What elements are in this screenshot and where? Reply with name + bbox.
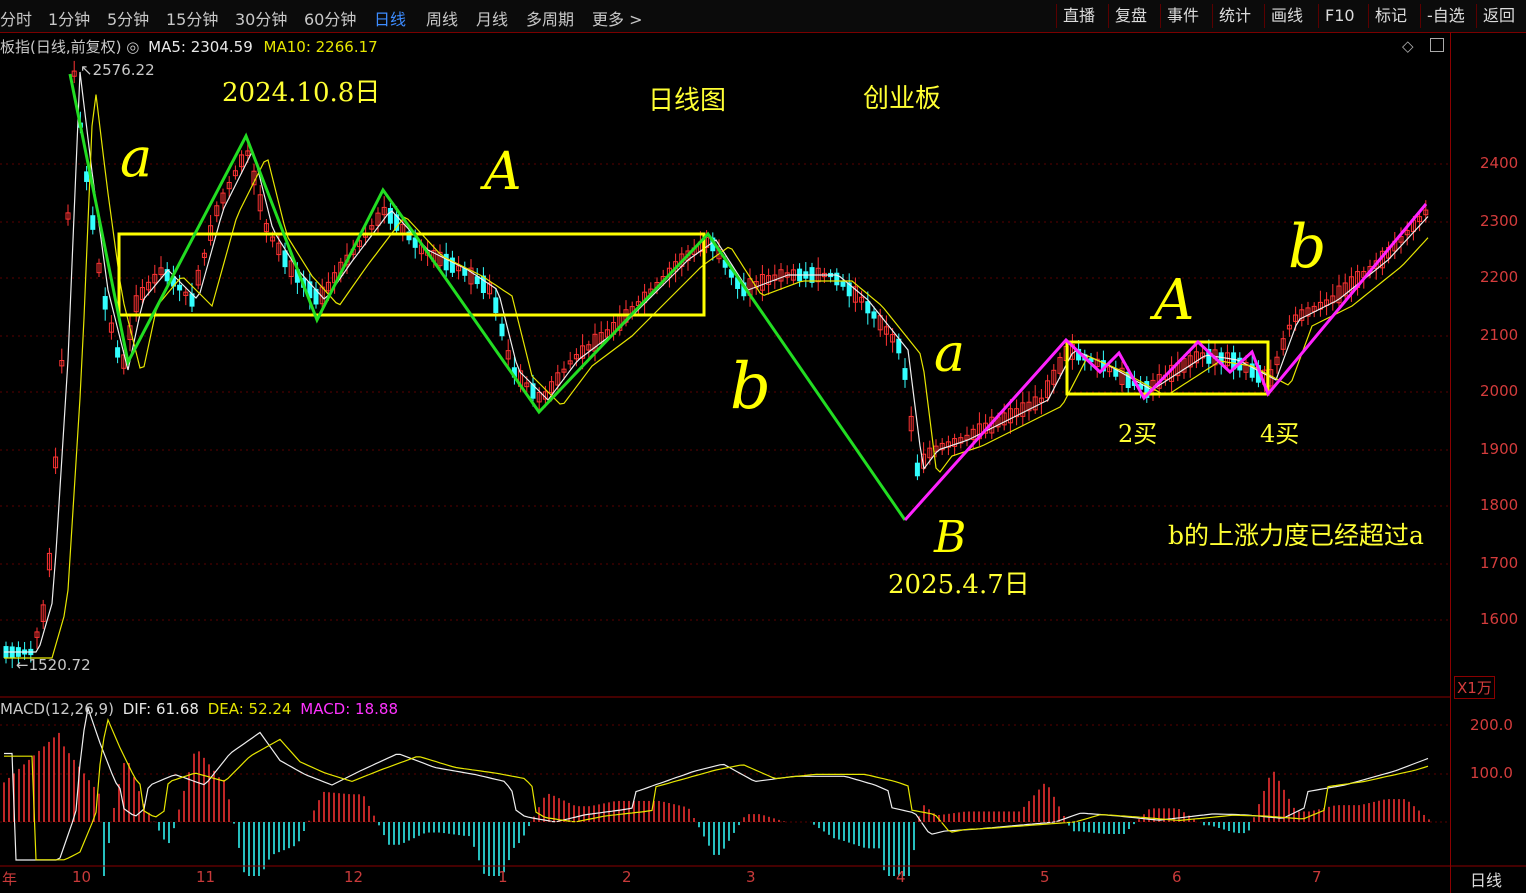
- x-tick-5: 5: [1040, 868, 1050, 886]
- zigzag-magenta: [903, 203, 1428, 522]
- dea-value: DEA: 52.24: [207, 700, 292, 718]
- macd-tick-200: 200.0: [1470, 716, 1513, 734]
- diamond-icon[interactable]: ◇: [1402, 37, 1414, 55]
- candle-body: [84, 171, 90, 182]
- ma10-label: MA10: 2266.17: [263, 38, 378, 56]
- macd-lines: [4, 705, 1429, 861]
- macd-info: MACD(12,26,9) DIF: 61.68 DEA: 52.24 MACD…: [0, 700, 398, 720]
- settings-circle-icon[interactable]: ◎: [126, 38, 139, 56]
- price-high-mark: ↖2576.22: [80, 61, 155, 79]
- hand-label-b-left: b: [730, 350, 771, 424]
- ma5-line: [4, 71, 1429, 653]
- x-tick-4: 4: [896, 868, 906, 886]
- hub-box-left: [117, 232, 706, 317]
- hand-label-a-right: a: [934, 324, 966, 384]
- macd-title: MACD(12,26,9): [0, 700, 114, 718]
- annotation-chart-type: 日线图: [648, 86, 727, 116]
- annotation-date-top: 2024.10.8日: [222, 78, 381, 108]
- x-tick-7: 7: [1312, 868, 1322, 886]
- candle-body: [902, 368, 908, 380]
- y-tick-1800: 1800: [1480, 496, 1519, 514]
- candle-body: [493, 297, 499, 313]
- candle-body: [499, 323, 505, 337]
- dif-value: DIF: 61.68: [122, 700, 199, 718]
- macd-value: MACD: 18.88: [300, 700, 398, 718]
- candle-body: [840, 281, 846, 287]
- y-tick-2300: 2300: [1480, 212, 1519, 230]
- annotation-board: 创业板: [863, 84, 942, 114]
- candle-body: [865, 301, 871, 314]
- dif-line: [4, 705, 1429, 861]
- annotation-date-bottom: 2025.4.7日: [888, 570, 1030, 600]
- candle-body: [102, 296, 108, 310]
- moving-average-lines: [4, 71, 1429, 659]
- ma5-label: MA5: 2304.59: [148, 38, 253, 56]
- macd-tick-100: 100.0: [1470, 764, 1513, 782]
- index-title: 板指(日线,前复权): [0, 38, 122, 56]
- x-tick-11: 11: [196, 868, 216, 886]
- price-low-arrow-icon: ←: [16, 656, 29, 674]
- x-tick-12: 12: [344, 868, 364, 886]
- y-tick-2000: 2000: [1480, 382, 1519, 400]
- panel-toggle-icon[interactable]: [1430, 38, 1444, 52]
- hand-label-A-right: A: [1154, 268, 1195, 333]
- candle-body: [871, 311, 877, 319]
- candle-body: [115, 347, 121, 358]
- candle-body: [90, 215, 96, 230]
- hand-label-b-right: b: [1288, 212, 1327, 282]
- hand-label-B: B: [934, 512, 967, 563]
- macd-histogram: [3, 732, 1430, 876]
- y-tick-2200: 2200: [1480, 268, 1519, 286]
- dea-line: [4, 717, 1429, 861]
- grid-lines: [0, 163, 1450, 775]
- price-low-mark: ←1520.72: [16, 656, 91, 674]
- y-tick-1700: 1700: [1480, 554, 1519, 572]
- candle-body: [177, 284, 183, 291]
- candle-body: [282, 250, 288, 268]
- annotation-buy2: 2买: [1118, 420, 1158, 448]
- y-tick-1900: 1900: [1480, 440, 1519, 458]
- x-tick-3: 3: [746, 868, 756, 886]
- x-tick-year: 年: [2, 870, 18, 888]
- candle-body: [443, 253, 449, 271]
- bottom-period-label[interactable]: 日线: [1470, 867, 1502, 891]
- hand-label-a-left: a: [120, 126, 153, 189]
- annotation-conclusion: b的上涨力度已经超过a: [1168, 521, 1424, 550]
- annotation-buy4: 4买: [1260, 420, 1300, 448]
- ma10-line: [4, 94, 1429, 659]
- x-tick-2: 2: [622, 868, 632, 886]
- y-tick-2400: 2400: [1480, 154, 1519, 172]
- y-tick-2100: 2100: [1480, 326, 1519, 344]
- y-tick-1600: 1600: [1480, 610, 1519, 628]
- price-high-arrow-icon: ↖: [80, 61, 93, 79]
- hand-label-A-left: A: [484, 142, 522, 202]
- x-tick-10: 10: [72, 868, 92, 886]
- unit-label: X1万: [1454, 676, 1495, 699]
- candle-body: [896, 338, 902, 354]
- candle-body: [914, 462, 920, 477]
- x-tick-6: 6: [1172, 868, 1182, 886]
- x-tick-1: 1: [498, 868, 508, 886]
- indicator-info: 板指(日线,前复权) ◎ MA5: 2304.59 MA10: 2266.17: [0, 36, 378, 56]
